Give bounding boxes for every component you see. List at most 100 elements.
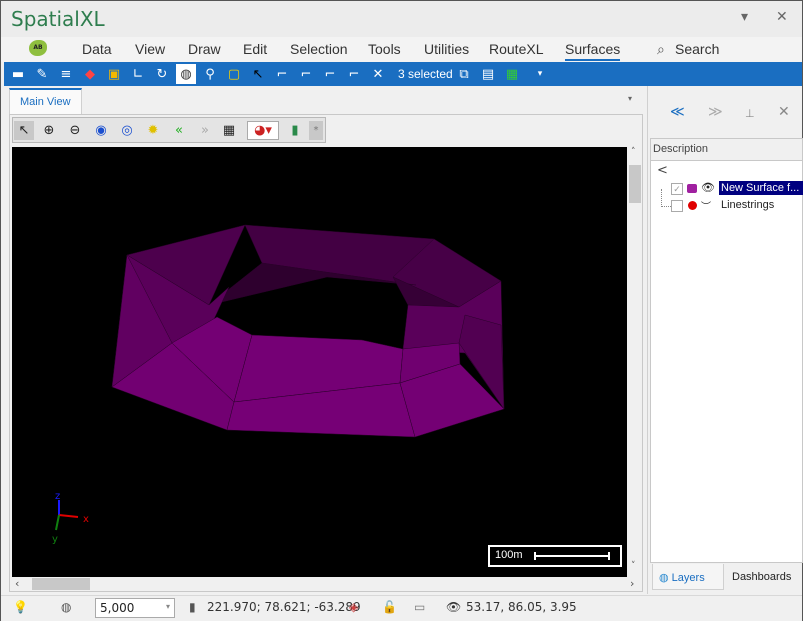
globe-grid-icon[interactable]: ◍: [61, 600, 71, 614]
layer-name[interactable]: New Surface f...: [719, 181, 803, 195]
grid-icon[interactable]: ▦: [219, 121, 239, 140]
snap-icon[interactable]: ◈: [349, 600, 358, 614]
select-line-icon[interactable]: ⌐: [320, 64, 340, 84]
measure-angle-icon[interactable]: ∟: [128, 64, 148, 84]
export-excel-icon[interactable]: ▦: [502, 64, 522, 84]
zoom-extent-icon[interactable]: ◎: [117, 121, 137, 140]
select-point-icon[interactable]: ↖: [248, 64, 268, 84]
view-toolbar: ↖ ⊕ ⊖ ◉ ◎ ✹ « » ▦ ◕▾ ▮ *: [12, 117, 326, 143]
select-rect-icon[interactable]: ▢: [224, 64, 244, 84]
document-list-dropdown[interactable]: ▾: [628, 94, 632, 103]
tab-dashboards[interactable]: Dashboards: [726, 564, 798, 590]
document-tabs: Main View ▾: [4, 86, 644, 114]
next-view-icon[interactable]: »: [195, 121, 215, 140]
layers-globe-icon: ◍: [659, 572, 669, 584]
scale-dropdown[interactable]: 5,000 ▾: [95, 598, 175, 618]
unlock-icon[interactable]: 🔓: [382, 600, 397, 614]
ribbon-options-dropdown[interactable]: ▾: [741, 9, 748, 25]
layer-tree: Description < ✓ 👁 New Surface f... ︶ Lin…: [650, 138, 803, 563]
layer-row[interactable]: ︶ Linestrings: [651, 198, 802, 214]
select-polygon-icon[interactable]: ⌐: [296, 64, 316, 84]
panel-close-icon[interactable]: ✕: [778, 104, 790, 120]
collapse-back-icon[interactable]: ≪: [670, 104, 685, 120]
scroll-up-icon[interactable]: ˄: [631, 147, 636, 157]
layers-panel: ≪ ≫ ⊥ ✕ Description < ✓ 👁 New Surface f.…: [647, 86, 803, 594]
zoom-out-icon[interactable]: ⊖: [65, 121, 85, 140]
full-extent-icon[interactable]: ◉: [91, 121, 111, 140]
zoom-in-icon[interactable]: ⊕: [39, 121, 59, 140]
horizontal-scroll-thumb[interactable]: [32, 578, 90, 590]
scale-bar-line: [534, 555, 610, 557]
scroll-down-icon[interactable]: ˅: [631, 561, 636, 571]
menu-view[interactable]: View: [135, 41, 165, 57]
title-bar: SpatialXL ▾ ✕: [1, 1, 802, 37]
menu-edit[interactable]: Edit: [243, 41, 267, 57]
location-pin-icon[interactable]: ⚲: [200, 64, 220, 84]
zoom-to-selection-icon[interactable]: ⧉: [454, 64, 474, 84]
previous-view-icon[interactable]: «: [169, 121, 189, 140]
globe-icon[interactable]: ◍: [176, 64, 196, 84]
axis-label-z: z: [55, 492, 60, 502]
draw-frame-icon[interactable]: ▣: [104, 64, 124, 84]
camera-coordinates: 53.17, 86.05, 3.95: [466, 600, 577, 614]
attribute-table-icon[interactable]: ▤: [478, 64, 498, 84]
layers-stack-icon[interactable]: ≡: [56, 64, 76, 84]
menu-selection[interactable]: Selection: [290, 41, 348, 57]
mouse-icon: ▮: [189, 600, 196, 614]
bookmark-icon[interactable]: ▮: [285, 121, 305, 140]
search-button[interactable]: Search: [675, 41, 719, 57]
quick-toolbar: ▬ ✎ ≡ ◆ ▣ ∟ ↻ ◍ ⚲ ▢ ↖ ⌐ ⌐ ⌐ ⌐ ✕ 3 select…: [4, 62, 802, 86]
vertical-scroll-thumb[interactable]: [629, 165, 641, 203]
message-icon[interactable]: ▭: [414, 600, 425, 614]
3d-viewport[interactable]: z x y 100m: [12, 147, 627, 577]
menu-utilities[interactable]: Utilities: [424, 41, 469, 57]
open-folder-icon[interactable]: ▬: [8, 64, 28, 84]
eye-icon: 👁: [446, 600, 462, 614]
eye-closed-icon[interactable]: ︶: [701, 198, 711, 213]
menu-draw[interactable]: Draw: [188, 41, 221, 57]
layer-visibility-checkbox[interactable]: [671, 200, 683, 212]
eye-open-icon[interactable]: 👁: [701, 181, 715, 194]
scroll-left-icon[interactable]: ‹: [15, 577, 19, 590]
menu-tools[interactable]: Tools: [368, 41, 401, 57]
side-panel-tabs: ◍ Layers Dashboards: [652, 564, 803, 592]
color-theme-icon[interactable]: ◕▾: [247, 121, 279, 140]
axis-label-x: x: [83, 514, 89, 525]
close-button[interactable]: ✕: [776, 9, 788, 25]
cursor-coordinates: 221.970; 78.621; -63.289: [207, 600, 361, 614]
settings-gear-icon[interactable]: ✹: [143, 121, 163, 140]
toolbar-more-dropdown[interactable]: ▾: [530, 64, 550, 84]
pin-icon[interactable]: ⊥: [745, 107, 755, 120]
expand-forward-icon[interactable]: ≫: [708, 104, 723, 120]
layer-row[interactable]: ✓ 👁 New Surface f...: [651, 181, 803, 197]
asterisk-button[interactable]: *: [309, 121, 323, 140]
menu-data[interactable]: Data: [82, 41, 112, 57]
menu-routexl[interactable]: RouteXL: [489, 41, 543, 57]
line-symbol-icon: [688, 201, 697, 210]
scale-bar-label: 100m: [495, 549, 523, 561]
description-column-header[interactable]: Description: [651, 139, 802, 161]
menu-surfaces[interactable]: Surfaces: [565, 41, 621, 61]
layer-visibility-checkbox[interactable]: ✓: [671, 183, 683, 195]
search-icon[interactable]: ⌕: [657, 41, 665, 58]
select-clip-icon[interactable]: ⌐: [344, 64, 364, 84]
selection-count: 3 selected: [398, 67, 453, 81]
layer-name[interactable]: Linestrings: [719, 198, 776, 212]
palette-icon[interactable]: ✎: [32, 64, 52, 84]
app-logo-icon[interactable]: AB: [29, 40, 47, 56]
main-view-panel: ↖ ⊕ ⊖ ◉ ◎ ✹ « » ▦ ◕▾ ▮ * z x y 100m ˄ ˅ …: [9, 114, 643, 592]
pointer-icon[interactable]: ↖: [14, 121, 34, 140]
scroll-right-icon[interactable]: ›: [630, 577, 634, 590]
clear-selection-icon[interactable]: ✕: [368, 64, 388, 84]
axis-rotate-icon[interactable]: ↻: [152, 64, 172, 84]
horizontal-scrollbar[interactable]: ‹ ›: [12, 577, 634, 591]
axis-gizmo: z x y: [52, 492, 89, 545]
tab-layers[interactable]: ◍ Layers: [652, 564, 724, 590]
tree-back-button[interactable]: <: [657, 163, 668, 178]
tab-main-view[interactable]: Main View: [9, 88, 82, 114]
vertical-scrollbar[interactable]: ˄ ˅: [628, 147, 642, 577]
scale-bar: 100m: [488, 545, 622, 567]
lightbulb-icon[interactable]: 💡: [13, 600, 28, 614]
select-vertex-icon[interactable]: ⌐: [272, 64, 292, 84]
maps-pin-icon[interactable]: ◆: [80, 64, 100, 84]
